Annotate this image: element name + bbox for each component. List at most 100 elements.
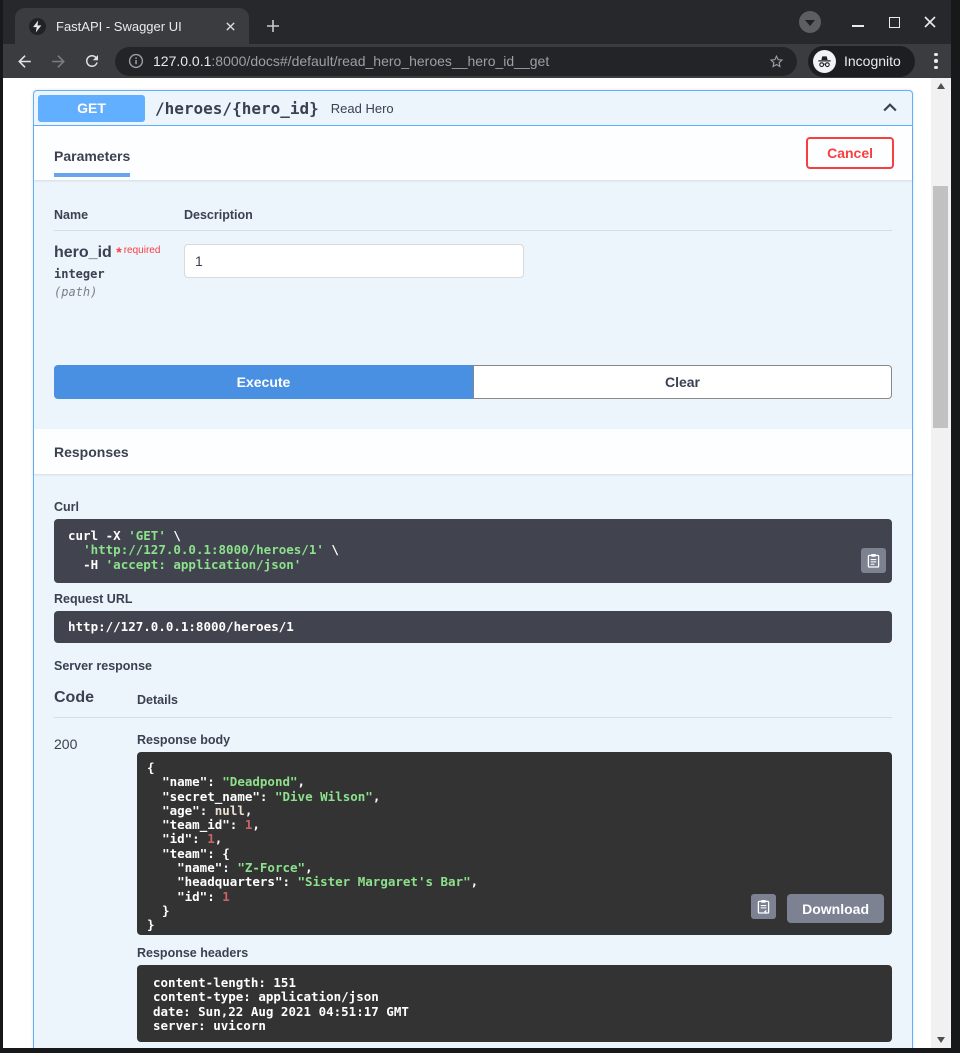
- header-line: content-type: application/json: [153, 990, 876, 1004]
- reload-button[interactable]: [79, 48, 105, 74]
- browser-window: FastAPI - Swagger UI 1: [3, 0, 951, 1048]
- response-row: 200 Response body { "name": "Deadpond", …: [54, 718, 892, 1042]
- status-code: 200: [54, 733, 137, 1042]
- response-body-label: Response body: [137, 733, 892, 747]
- clipboard-icon: [867, 553, 880, 568]
- parameter-row: hero_id *required integer (path): [54, 231, 892, 319]
- header-line: content-length: 151: [153, 976, 876, 990]
- clipboard-copy-icon: [757, 899, 770, 914]
- new-tab-button[interactable]: [261, 14, 285, 38]
- parameter-name: hero_id: [54, 244, 112, 261]
- maximize-icon: [889, 17, 900, 28]
- incognito-icon: [813, 50, 836, 73]
- forward-arrow-icon: [49, 52, 68, 71]
- tab-parameters[interactable]: Parameters: [54, 148, 130, 180]
- required-star: *: [116, 244, 121, 260]
- header-line: date: Sun,22 Aug 2021 04:51:17 GMT: [153, 1005, 876, 1019]
- swagger-page: GET /heroes/{hero_id} Read Hero Paramete…: [3, 78, 931, 1048]
- forward-button[interactable]: [45, 48, 71, 74]
- scrollbar-thumb[interactable]: [933, 186, 948, 428]
- page-info-icon[interactable]: [128, 53, 144, 69]
- required-label: required: [124, 245, 161, 256]
- scroll-down-button[interactable]: [931, 1032, 951, 1048]
- address-bar[interactable]: 127.0.0.1:8000/docs#/default/read_hero_h…: [115, 47, 797, 76]
- parameter-name-cell: hero_id *required integer (path): [54, 244, 184, 299]
- chevron-down-icon: [805, 20, 815, 26]
- endpoint-path: /heroes/{hero_id}: [155, 99, 319, 118]
- reload-icon: [83, 52, 101, 70]
- tab-title: FastAPI - Swagger UI: [56, 19, 221, 34]
- response-body-actions: Download: [751, 894, 884, 923]
- cancel-button[interactable]: Cancel: [806, 137, 894, 169]
- endpoint-description: Read Hero: [331, 101, 394, 116]
- response-body-block: { "name": "Deadpond", "secret_name": "Di…: [137, 752, 892, 935]
- incognito-badge: Incognito: [808, 46, 915, 77]
- parameter-type: integer: [54, 267, 184, 281]
- parameters-table: Name Description hero_id *required integ…: [34, 180, 912, 319]
- maximize-button[interactable]: [879, 7, 909, 37]
- tab-strip: FastAPI - Swagger UI: [3, 0, 951, 44]
- server-response-label: Server response: [54, 659, 892, 673]
- url-text: 127.0.0.1:8000/docs#/default/read_hero_h…: [153, 53, 765, 69]
- parameter-value-cell: [184, 244, 892, 299]
- execute-button[interactable]: Execute: [54, 365, 473, 399]
- parameters-title: Parameters: [54, 148, 130, 173]
- request-url-value: http://127.0.0.1:8000/heroes/1: [68, 620, 878, 634]
- responses-title: Responses: [54, 444, 129, 460]
- curl-command: curl -X 'GET' \ 'http://127.0.0.1:8000/h…: [68, 529, 878, 572]
- column-description: Description: [184, 208, 253, 222]
- back-arrow-icon: [15, 52, 34, 71]
- request-url-label: Request URL: [54, 592, 892, 606]
- close-window-button[interactable]: [915, 7, 945, 37]
- responses-body: Curl curl -X 'GET' \ 'http://127.0.0.1:8…: [34, 474, 912, 1048]
- scroll-up-button[interactable]: [931, 78, 951, 94]
- column-code: Code: [54, 689, 137, 707]
- url-path: :8000/docs#/default/read_hero_heroes__he…: [211, 53, 549, 69]
- incognito-label: Incognito: [844, 53, 901, 69]
- active-tab-indicator: [54, 173, 130, 177]
- opblock-get-heroes: GET /heroes/{hero_id} Read Hero Paramete…: [33, 90, 913, 1048]
- parameters-table-header: Name Description: [54, 208, 892, 231]
- column-details: Details: [137, 693, 178, 707]
- minimize-button[interactable]: [843, 7, 873, 37]
- window-controls: [799, 0, 951, 44]
- curl-label: Curl: [54, 500, 892, 514]
- responses-header: Responses: [34, 429, 912, 474]
- response-headers-label: Response headers: [137, 946, 892, 960]
- response-headers-block: content-length: 151 content-type: applic…: [137, 965, 892, 1042]
- endpoint-summary[interactable]: GET /heroes/{hero_id} Read Hero: [34, 91, 912, 126]
- minimize-icon: [852, 25, 864, 27]
- tab-close-icon[interactable]: [221, 17, 239, 35]
- tab-search-button[interactable]: [799, 11, 821, 33]
- header-line: server: uvicorn: [153, 1019, 876, 1033]
- chevron-up-icon: [880, 98, 900, 118]
- curl-code-block: curl -X 'GET' \ 'http://127.0.0.1:8000/h…: [54, 519, 892, 583]
- download-button[interactable]: Download: [787, 894, 884, 923]
- response-details: Response body { "name": "Deadpond", "sec…: [137, 733, 892, 1042]
- scroll-down-icon: [937, 1037, 945, 1043]
- back-button[interactable]: [11, 48, 37, 74]
- vertical-scrollbar[interactable]: [931, 78, 951, 1048]
- copy-curl-button[interactable]: [861, 548, 886, 573]
- browser-tab[interactable]: FastAPI - Swagger UI: [15, 8, 249, 44]
- parameters-header: Parameters Cancel: [34, 126, 912, 180]
- copy-response-button[interactable]: [751, 894, 776, 919]
- close-icon: [923, 15, 937, 29]
- browser-toolbar: 127.0.0.1:8000/docs#/default/read_hero_h…: [3, 44, 951, 78]
- http-method-badge: GET: [38, 95, 145, 122]
- response-table-header: Code Details: [54, 689, 892, 718]
- url-host: 127.0.0.1: [153, 53, 211, 69]
- bookmark-button[interactable]: [765, 50, 787, 72]
- collapse-button[interactable]: [878, 96, 902, 120]
- clear-button[interactable]: Clear: [473, 365, 892, 399]
- page-content: GET /heroes/{hero_id} Read Hero Paramete…: [3, 78, 951, 1048]
- scroll-up-icon: [937, 83, 945, 89]
- request-url-block: http://127.0.0.1:8000/heroes/1: [54, 611, 892, 643]
- execute-row: Execute Clear: [34, 319, 912, 429]
- parameter-location: (path): [54, 285, 184, 299]
- star-icon: [768, 53, 785, 70]
- column-name: Name: [54, 208, 184, 222]
- fastapi-favicon-icon: [29, 18, 46, 35]
- hero-id-input[interactable]: [184, 244, 524, 278]
- browser-menu-button[interactable]: [925, 50, 947, 72]
